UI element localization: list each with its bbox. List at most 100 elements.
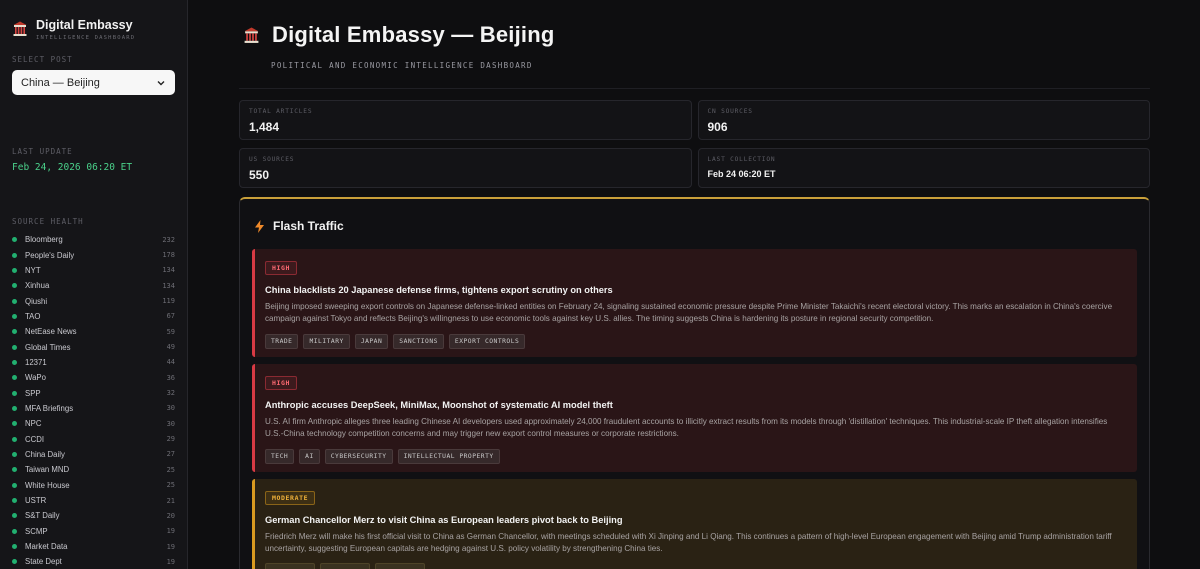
source-count: 19 bbox=[166, 542, 175, 551]
flash-card-summary: Beijing imposed sweeping export controls… bbox=[265, 302, 1113, 324]
embassy-building-icon bbox=[13, 21, 27, 36]
source-name: Bloomberg bbox=[25, 235, 63, 245]
source-name: Xinhua bbox=[25, 281, 50, 291]
topic-tag[interactable] bbox=[265, 563, 315, 569]
status-dot-icon bbox=[12, 498, 17, 504]
select-post-label: SELECT POST bbox=[12, 55, 73, 64]
source-health-item: Taiwan MND 25 bbox=[12, 462, 175, 477]
status-dot-icon bbox=[12, 252, 17, 258]
source-health-item: NYT 134 bbox=[12, 263, 175, 278]
source-name: White House bbox=[25, 480, 70, 490]
topic-tag[interactable] bbox=[375, 563, 425, 569]
source-name: Global Times bbox=[25, 342, 71, 352]
source-name: 12371 bbox=[25, 357, 47, 367]
tag-list: TRADE MILITARY JAPAN SANCTIONS EXPORT CONTRO… bbox=[265, 333, 1127, 349]
stat-us-sources: US SOURCES 550 bbox=[239, 148, 692, 188]
topic-tag[interactable]: AI bbox=[299, 448, 320, 464]
source-name: MFA Briefings bbox=[25, 403, 74, 413]
page-header: Digital Embassy — Beijing bbox=[239, 22, 1150, 48]
topic-tag[interactable]: EXPORT CONTROLS bbox=[448, 333, 526, 349]
status-dot-icon bbox=[12, 298, 17, 304]
source-count: 178 bbox=[162, 251, 175, 260]
flash-card[interactable]: HIGH Anthropic accuses DeepSeek, MiniMax,… bbox=[252, 363, 1137, 472]
topic-tag[interactable]: INTELLECTUAL PROPERTY bbox=[397, 448, 500, 464]
source-count: 36 bbox=[166, 373, 175, 382]
source-count: 49 bbox=[166, 343, 175, 352]
status-dot-icon bbox=[12, 421, 17, 427]
source-count: 30 bbox=[166, 419, 175, 428]
source-name: SCMP bbox=[25, 526, 48, 536]
topic-tag[interactable]: JAPAN bbox=[354, 333, 389, 349]
source-health-item: NPC 30 bbox=[12, 416, 175, 431]
source-health-item: SCMP 19 bbox=[12, 524, 175, 539]
status-dot-icon bbox=[12, 528, 17, 534]
source-count: 134 bbox=[162, 281, 175, 290]
status-dot-icon bbox=[12, 344, 17, 350]
source-name: S&T Daily bbox=[25, 511, 60, 521]
source-name: TAO bbox=[25, 311, 41, 321]
status-dot-icon bbox=[12, 513, 17, 519]
last-update-label: LAST UPDATE bbox=[12, 147, 73, 156]
source-count: 29 bbox=[166, 435, 175, 444]
topic-tag[interactable] bbox=[320, 563, 370, 569]
flash-card[interactable]: HIGH China blacklists 20 Japanese defense… bbox=[252, 249, 1137, 357]
topic-tag[interactable]: SANCTIONS bbox=[393, 333, 444, 349]
flash-card[interactable]: MODERATE German Chancellor Merz to visit … bbox=[252, 478, 1137, 569]
source-health-list: Bloomberg 232 People's Daily 178 NYT 134 Xinhu… bbox=[12, 232, 175, 569]
source-name: NetEase News bbox=[25, 327, 77, 337]
flash-card-title[interactable]: Anthropic accuses DeepSeek, MiniMax, Moo… bbox=[265, 400, 1127, 410]
severity-badge: HIGH bbox=[265, 261, 298, 275]
flash-card-title[interactable]: German Chancellor Merz to visit China as… bbox=[265, 515, 1127, 525]
source-health-item: SPP 32 bbox=[12, 385, 175, 400]
severity-badge: HIGH bbox=[265, 375, 298, 390]
stat-value: 550 bbox=[249, 168, 270, 182]
source-health-item: Qiushi 119 bbox=[12, 293, 175, 308]
chevron-down-icon bbox=[157, 80, 165, 85]
source-health-item: 12371 44 bbox=[12, 355, 175, 370]
severity-badge: MODERATE bbox=[265, 490, 316, 505]
source-count: 25 bbox=[166, 465, 175, 474]
source-name: Qiushi bbox=[25, 296, 48, 306]
status-dot-icon bbox=[12, 283, 17, 289]
lightning-bolt-icon bbox=[255, 219, 264, 233]
stat-cn-sources: CN SOURCES 906 bbox=[697, 100, 1150, 140]
status-dot-icon bbox=[12, 482, 17, 488]
source-health-item: USTR 21 bbox=[12, 493, 175, 508]
flash-card-summary: Friedrich Merz will make his first offic… bbox=[265, 531, 1112, 554]
stat-total-articles: TOTAL ARTICLES 1,484 bbox=[239, 100, 692, 140]
source-name: WaPo bbox=[25, 373, 46, 383]
source-count: 19 bbox=[166, 557, 175, 566]
source-health-item: Bloomberg 232 bbox=[12, 232, 175, 247]
source-health-item: TAO 67 bbox=[12, 309, 175, 324]
stat-value: Feb 24 06:20 ET bbox=[707, 169, 776, 179]
stat-label: LAST COLLECTION bbox=[707, 156, 776, 163]
source-name: NPC bbox=[25, 419, 42, 429]
topic-tag[interactable]: MILITARY bbox=[303, 333, 350, 349]
topic-tag[interactable]: TECH bbox=[265, 448, 295, 464]
flash-card-summary: U.S. AI firm Anthropic alleges three lea… bbox=[265, 416, 1108, 439]
source-health-item: China Daily 27 bbox=[12, 447, 175, 462]
status-dot-icon bbox=[12, 559, 17, 565]
stat-value: 906 bbox=[707, 120, 728, 134]
tag-list bbox=[265, 563, 1127, 569]
flash-traffic-header: Flash Traffic bbox=[252, 219, 1137, 233]
status-dot-icon bbox=[12, 467, 17, 473]
topic-tag[interactable]: CYBERSECURITY bbox=[324, 448, 393, 464]
status-dot-icon bbox=[12, 405, 17, 411]
brand: Digital Embassy INTELLIGENCE DASHBOARD bbox=[12, 18, 175, 41]
source-name: CCDI bbox=[25, 434, 45, 444]
source-count: 20 bbox=[166, 511, 175, 520]
post-select[interactable]: China — Beijing bbox=[12, 70, 175, 95]
source-health-label: SOURCE HEALTH bbox=[12, 217, 84, 226]
topic-tag[interactable]: TRADE bbox=[265, 333, 299, 349]
source-name: USTR bbox=[25, 496, 47, 506]
stats-grid: TOTAL ARTICLES 1,484 CN SOURCES 906 US S… bbox=[239, 100, 1150, 188]
flash-card-title[interactable]: China blacklists 20 Japanese defense fir… bbox=[265, 285, 1127, 295]
status-dot-icon bbox=[12, 329, 17, 335]
source-count: 59 bbox=[166, 327, 175, 336]
source-count: 21 bbox=[166, 496, 175, 505]
status-dot-icon bbox=[12, 375, 17, 381]
source-count: 25 bbox=[166, 481, 175, 490]
status-dot-icon bbox=[12, 359, 17, 365]
stat-label: TOTAL ARTICLES bbox=[249, 108, 313, 115]
